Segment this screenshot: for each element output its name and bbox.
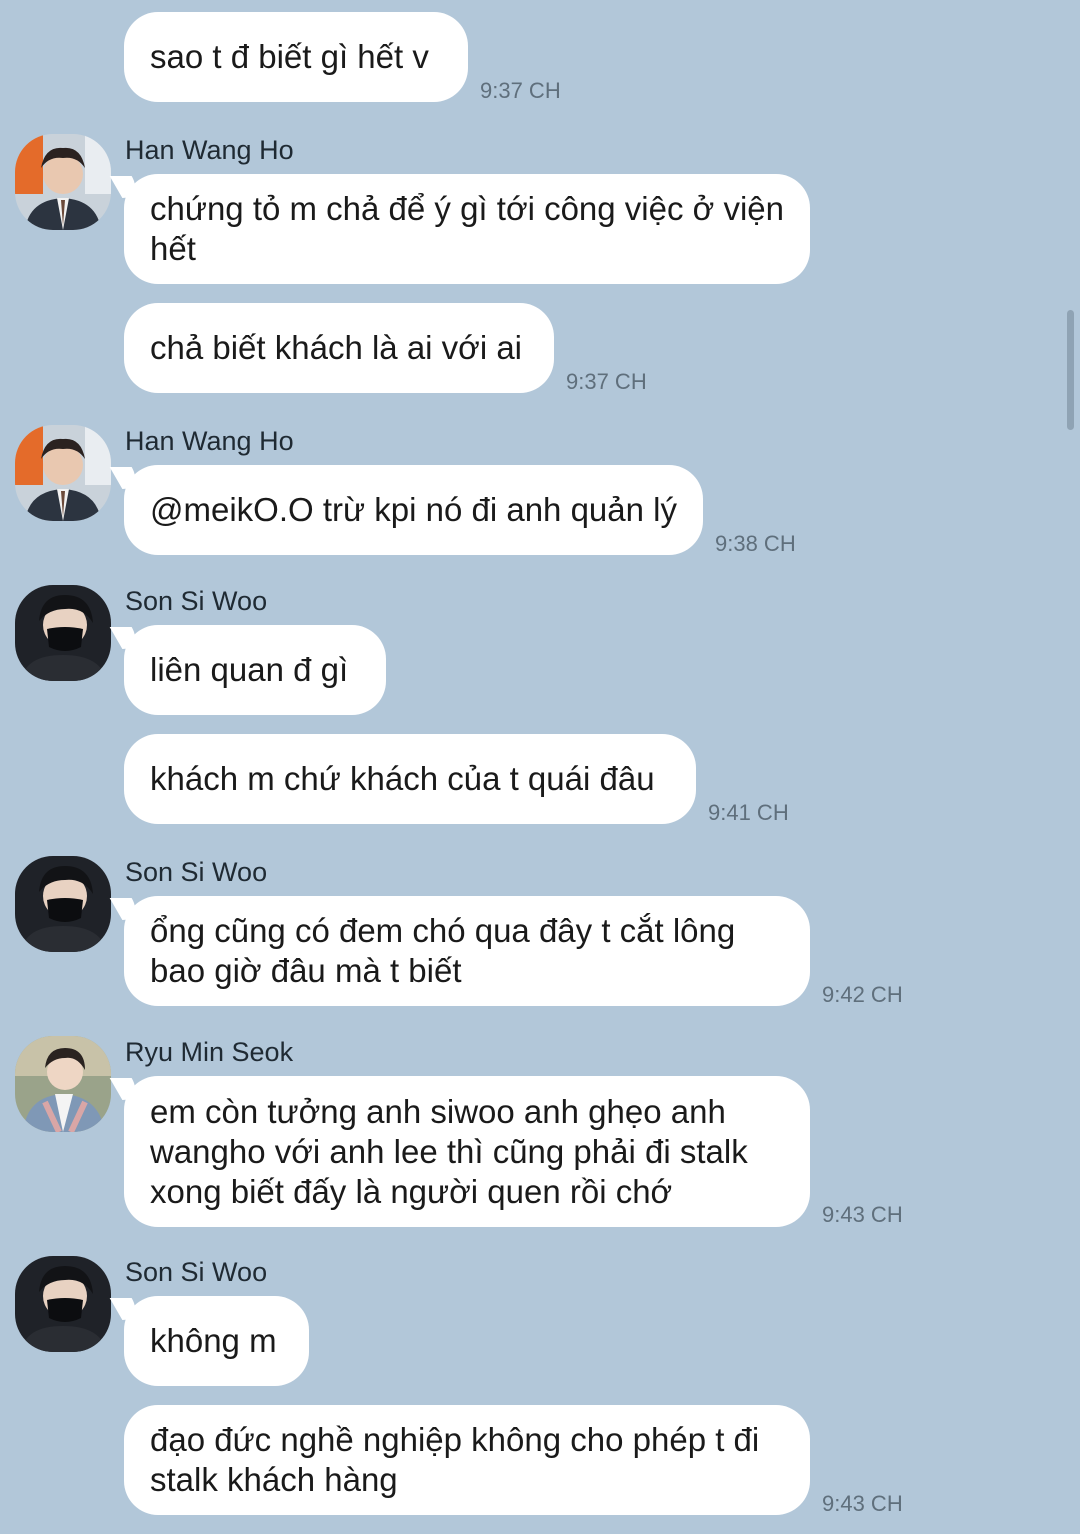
- message-time: 9:38 CH: [715, 531, 796, 556]
- message-bubble[interactable]: đạo đức nghề nghiệp không cho phép t đi …: [124, 1405, 810, 1515]
- message-text: sao t đ biết gì hết v: [150, 38, 429, 75]
- message-text: @meikO.O trừ kpi nó đi anh quản lý: [150, 491, 677, 528]
- son-si-woo-avatar[interactable]: [15, 1256, 111, 1352]
- son-si-woo-avatar[interactable]: [15, 856, 111, 952]
- message-text: khách m chứ khách của t quái đâu: [150, 760, 655, 797]
- message-time: 9:43 CH: [822, 1491, 903, 1516]
- message-time: 9:42 CH: [822, 982, 903, 1007]
- scrollbar[interactable]: [1067, 310, 1074, 430]
- ryu-min-seok-avatar[interactable]: [15, 1036, 111, 1132]
- han-wang-ho-avatar[interactable]: [15, 134, 111, 230]
- message-bubble[interactable]: ổng cũng có đem chó qua đây t cắt lông b…: [124, 896, 810, 1006]
- message-text: chả biết khách là ai với ai: [150, 329, 523, 366]
- message-bubble[interactable]: sao t đ biết gì hết v: [124, 12, 468, 102]
- message-bubble[interactable]: không m: [124, 1296, 309, 1386]
- message-bubble[interactable]: @meikO.O trừ kpi nó đi anh quản lý: [124, 465, 703, 555]
- sender-name: Son Si Woo: [125, 857, 268, 887]
- message-time: 9:37 CH: [480, 78, 561, 103]
- message-bubble[interactable]: liên quan đ gì: [124, 625, 386, 715]
- chat-view[interactable]: sao t đ biết gì hết v 9:37 CH Han Wang H…: [0, 0, 1080, 1534]
- message-text: không m: [150, 1322, 277, 1359]
- message-bubble[interactable]: chả biết khách là ai với ai: [124, 303, 554, 393]
- message-bubble[interactable]: khách m chứ khách của t quái đâu: [124, 734, 696, 824]
- message-bubble[interactable]: em còn tưởng anh siwoo anh ghẹo anh wang…: [124, 1076, 810, 1227]
- son-si-woo-avatar[interactable]: [15, 585, 111, 681]
- sender-name: Son Si Woo: [125, 586, 268, 616]
- message-time: 9:43 CH: [822, 1202, 903, 1227]
- message-text: đạo đức nghề nghiệp không cho phép t đi …: [150, 1421, 760, 1498]
- message-time: 9:37 CH: [566, 369, 647, 394]
- message-time: 9:41 CH: [708, 800, 789, 825]
- sender-name: Han Wang Ho: [125, 135, 294, 165]
- message-text: chứng tỏ m chả để ý gì tới công việc ở v…: [150, 190, 785, 267]
- message-text: liên quan đ gì: [150, 651, 349, 688]
- han-wang-ho-avatar[interactable]: [15, 425, 111, 521]
- message-text: ổng cũng có đem chó qua đây t cắt lông b…: [150, 912, 736, 989]
- message-text: em còn tưởng anh siwoo anh ghẹo anh wang…: [150, 1092, 748, 1210]
- sender-name: Ryu Min Seok: [125, 1037, 294, 1067]
- sender-name: Han Wang Ho: [125, 426, 294, 456]
- message-bubble[interactable]: chứng tỏ m chả để ý gì tới công việc ở v…: [124, 174, 810, 284]
- sender-name: Son Si Woo: [125, 1257, 268, 1287]
